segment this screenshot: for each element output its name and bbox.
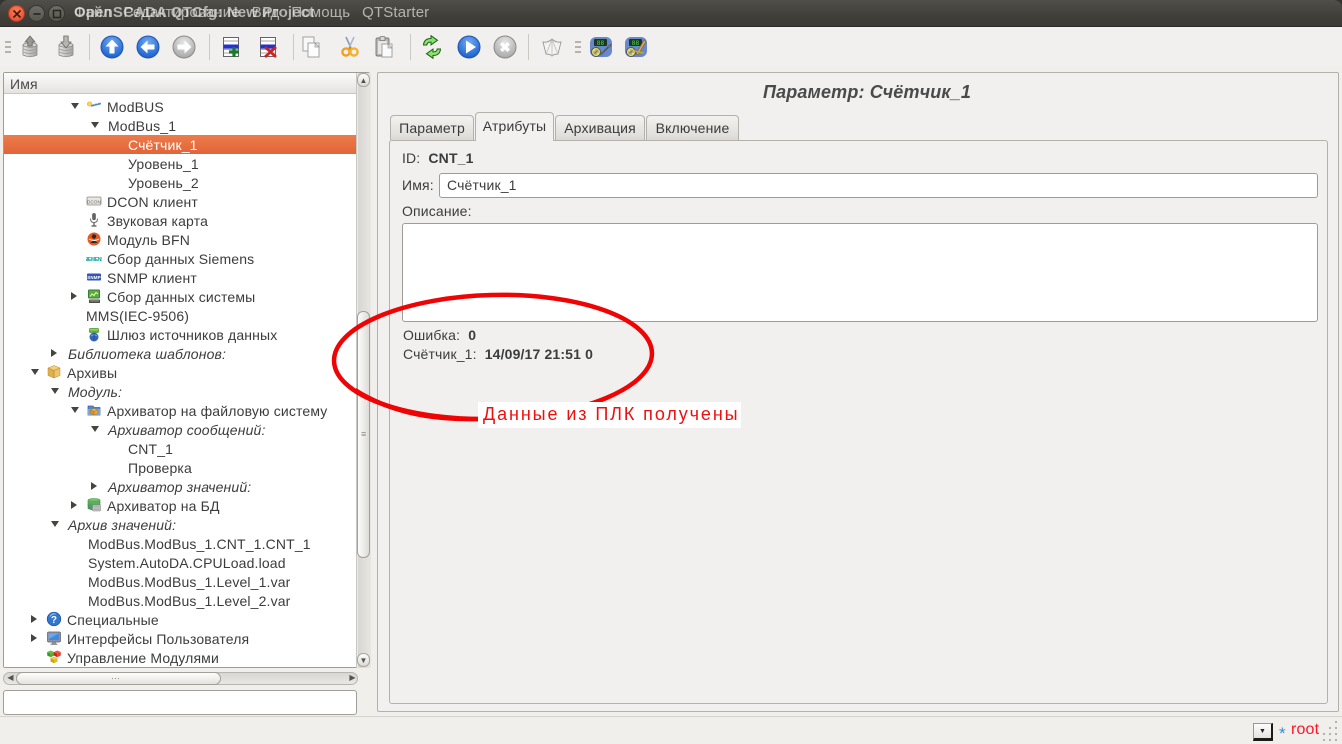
svg-text:DCON: DCON: [87, 200, 101, 205]
svg-text:?: ?: [51, 615, 57, 626]
svg-text:SNMP: SNMP: [87, 275, 101, 280]
svg-text:SIEMENS: SIEMENS: [86, 257, 102, 263]
svg-text:88: 88: [597, 40, 605, 47]
svg-text:88: 88: [632, 40, 640, 47]
